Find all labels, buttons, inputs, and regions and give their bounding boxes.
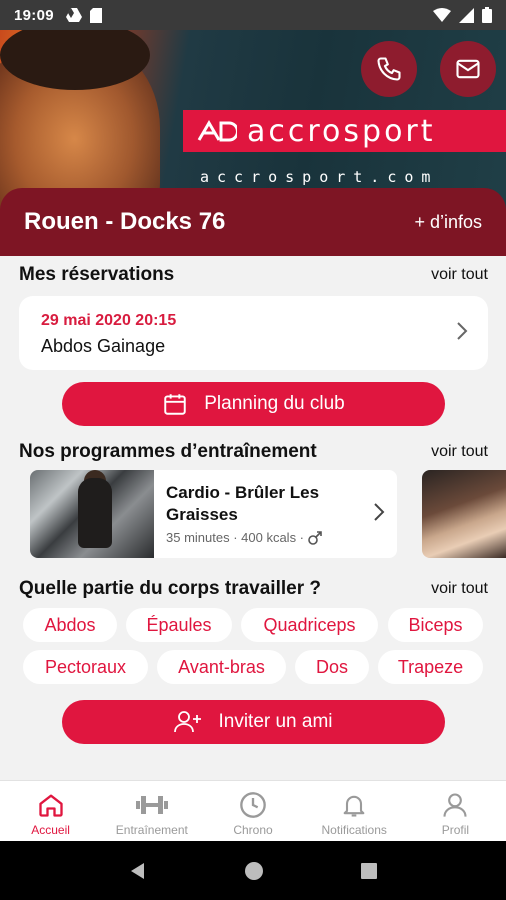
brand-logo-icon [197,120,237,142]
reservation-card[interactable]: 29 mai 2020 20:15 Abdos Gainage [19,296,488,370]
program-title: Cardio - Brûler Les Graisses [166,483,320,524]
club-name: Rouen - Docks 76 [24,208,226,235]
programs-header: Nos programmes d’entraînement voir tout [19,441,488,463]
chip-dos[interactable]: Dos [295,650,369,684]
invite-friend-button[interactable]: Inviter un ami [62,700,445,744]
phone-icon [377,57,401,81]
home-icon [38,794,63,817]
email-button[interactable] [440,41,496,97]
chip-pectoraux[interactable]: Pectoraux [23,650,148,684]
chevron-right-icon [457,322,468,340]
nav-label: Profil [441,823,470,837]
chip-biceps[interactable]: Biceps [388,608,483,642]
program-card[interactable]: Cardio - Brûler Les Graisses 35 minutes … [30,470,397,558]
signal-icon [459,7,474,23]
nav-profil[interactable]: Profil [405,781,506,841]
body-parts-header: Quelle partie du corps travailler ? voir… [19,578,488,600]
sd-card-icon [89,7,102,23]
dumbbell-icon [135,796,168,814]
chip-quadriceps[interactable]: Quadriceps [241,608,378,642]
brand-name: accrosport [247,113,436,149]
mail-icon [456,59,480,79]
programs-see-all[interactable]: voir tout [431,443,488,461]
back-icon[interactable] [128,861,148,881]
body-parts-see-all[interactable]: voir tout [431,580,488,598]
status-bar: 19:09 [0,0,506,30]
reservation-name: Abdos Gainage [41,336,166,356]
bell-icon [343,795,365,817]
reservations-header: Mes réservations voir tout [19,264,488,286]
reservation-date: 29 mai 2020 20:15 [41,312,177,329]
chevron-right-icon [374,503,385,521]
program-meta: 35 minutes · 400 kcals · [166,530,322,545]
planning-button[interactable]: Planning du club [62,382,445,426]
reservations-see-all[interactable]: voir tout [431,266,488,284]
nav-label: Chrono [233,823,273,837]
planning-button-label: Planning du club [204,393,345,414]
program-meta-text: 35 minutes · 400 kcals · [166,530,305,545]
battery-icon [482,7,492,23]
system-navigation-bar [0,841,506,900]
calendar-icon [164,394,186,415]
status-time: 19:09 [14,6,54,24]
home-content: Mes réservations voir tout 29 mai 2020 2… [0,256,506,780]
more-info-link[interactable]: + d’infos [414,212,482,233]
nav-label: Notifications [321,823,387,837]
male-gender-icon [308,530,322,545]
brand-logo-bar: accrosport [183,110,506,152]
program-card-next[interactable] [422,470,506,558]
nav-label: Entraînement [115,823,188,837]
chip-abdos[interactable]: Abdos [23,608,117,642]
programs-title: Nos programmes d’entraînement [19,441,317,462]
wifi-icon [433,8,451,22]
bottom-nav: Accueil Entraînement Chrono Notification… [0,780,506,841]
clock-icon [240,792,266,818]
chip-trapeze[interactable]: Trapeze [378,650,483,684]
drive-icon [65,8,82,22]
call-button[interactable] [361,41,417,97]
nav-notifications[interactable]: Notifications [304,781,405,841]
club-hero: accrosport accrosport.com Rouen - Docks … [0,30,506,256]
brand-url: accrosport.com [200,168,439,186]
home-button-icon[interactable] [244,861,264,881]
body-parts-title: Quelle partie du corps travailler ? [19,578,321,599]
reservations-title: Mes réservations [19,264,175,285]
nav-entrainement[interactable]: Entraînement [101,781,202,841]
recents-icon[interactable] [360,862,378,880]
invite-button-label: Inviter un ami [218,711,333,732]
nav-label: Accueil [31,823,70,837]
nav-chrono[interactable]: Chrono [202,781,303,841]
program-thumbnail [30,470,154,558]
nav-accueil[interactable]: Accueil [0,781,101,841]
user-icon [443,793,467,817]
chip-avant-bras[interactable]: Avant-bras [157,650,286,684]
chip-epaules[interactable]: Épaules [126,608,232,642]
club-banner: Rouen - Docks 76 + d’infos [0,188,506,256]
add-user-icon [174,711,202,733]
